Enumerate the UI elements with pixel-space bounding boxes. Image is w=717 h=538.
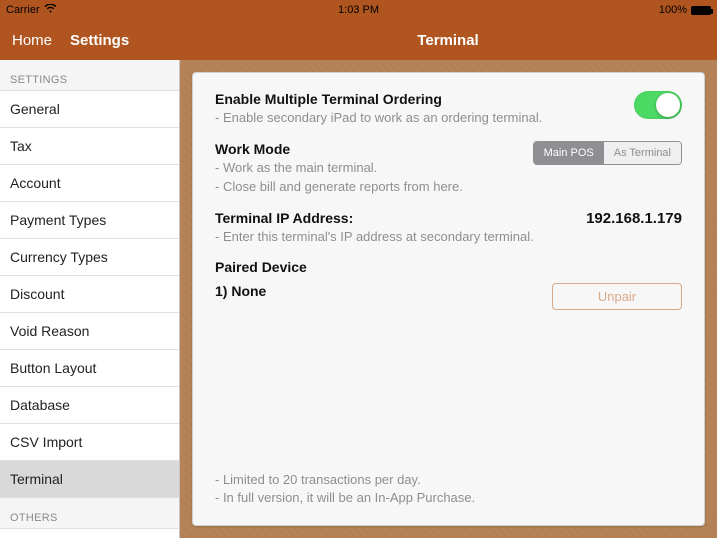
- sidebar-item-void-reason[interactable]: Void Reason: [0, 313, 179, 350]
- footer-note: - Limited to 20 transactions per day. - …: [215, 471, 682, 507]
- nav-settings[interactable]: Settings: [70, 32, 129, 49]
- ip-title: Terminal IP Address:: [215, 210, 576, 226]
- sidebar-item-button-layout[interactable]: Button Layout: [0, 350, 179, 387]
- work-mode-title: Work Mode: [215, 141, 523, 157]
- page-title: Terminal: [417, 32, 478, 49]
- segment-main-pos[interactable]: Main POS: [534, 142, 604, 164]
- battery-percent: 100%: [659, 4, 687, 16]
- footer-line2: - In full version, it will be an In-App …: [215, 489, 682, 507]
- sidebar-item-tax[interactable]: Tax: [0, 128, 179, 165]
- wifi-icon: [44, 4, 57, 16]
- battery-icon: [691, 6, 711, 15]
- sidebar-item-discount[interactable]: Discount: [0, 276, 179, 313]
- status-bar: Carrier 1:03 PM 100%: [0, 0, 717, 20]
- work-mode-desc2: - Close bill and generate reports from h…: [215, 178, 523, 196]
- sidebar-header-others: OTHERS: [0, 498, 179, 528]
- row-paired-device: 1) None Unpair: [215, 283, 682, 310]
- work-mode-desc1: - Work as the main terminal.: [215, 159, 523, 177]
- segment-as-terminal[interactable]: As Terminal: [604, 142, 681, 164]
- row-paired-header: Paired Device: [215, 259, 682, 275]
- paired-item: 1) None: [215, 283, 542, 299]
- row-enable-multi-terminal: Enable Multiple Terminal Ordering - Enab…: [215, 91, 682, 127]
- ip-value: 192.168.1.179: [586, 210, 682, 227]
- work-mode-segment[interactable]: Main POS As Terminal: [533, 141, 682, 165]
- sidebar-item-account[interactable]: Account: [0, 165, 179, 202]
- paired-title: Paired Device: [215, 259, 672, 275]
- sidebar-header-settings: SETTINGS: [0, 60, 179, 90]
- sidebar-item-general[interactable]: General: [0, 90, 179, 128]
- sidebar-item-previous-receipts[interactable]: Previous Receipts: [0, 528, 179, 538]
- content-area: Enable Multiple Terminal Ordering - Enab…: [180, 60, 717, 538]
- ip-desc: - Enter this terminal's IP address at se…: [215, 228, 576, 246]
- sidebar-item-currency-types[interactable]: Currency Types: [0, 239, 179, 276]
- nav-bar: Home Settings Terminal: [0, 20, 717, 60]
- carrier-label: Carrier: [6, 4, 40, 16]
- enable-desc: - Enable secondary iPad to work as an or…: [215, 109, 624, 127]
- row-work-mode: Work Mode - Work as the main terminal. -…: [215, 141, 682, 196]
- footer-line1: - Limited to 20 transactions per day.: [215, 471, 682, 489]
- row-ip-address: Terminal IP Address: - Enter this termin…: [215, 210, 682, 246]
- enable-title: Enable Multiple Terminal Ordering: [215, 91, 624, 107]
- enable-toggle[interactable]: [634, 91, 682, 119]
- sidebar-item-database[interactable]: Database: [0, 387, 179, 424]
- unpair-button[interactable]: Unpair: [552, 283, 682, 310]
- nav-home[interactable]: Home: [12, 32, 52, 49]
- sidebar: SETTINGS GeneralTaxAccountPayment TypesC…: [0, 60, 180, 538]
- sidebar-item-csv-import[interactable]: CSV Import: [0, 424, 179, 461]
- settings-card: Enable Multiple Terminal Ordering - Enab…: [192, 72, 705, 526]
- sidebar-item-terminal[interactable]: Terminal: [0, 461, 179, 498]
- clock: 1:03 PM: [338, 4, 379, 16]
- sidebar-item-payment-types[interactable]: Payment Types: [0, 202, 179, 239]
